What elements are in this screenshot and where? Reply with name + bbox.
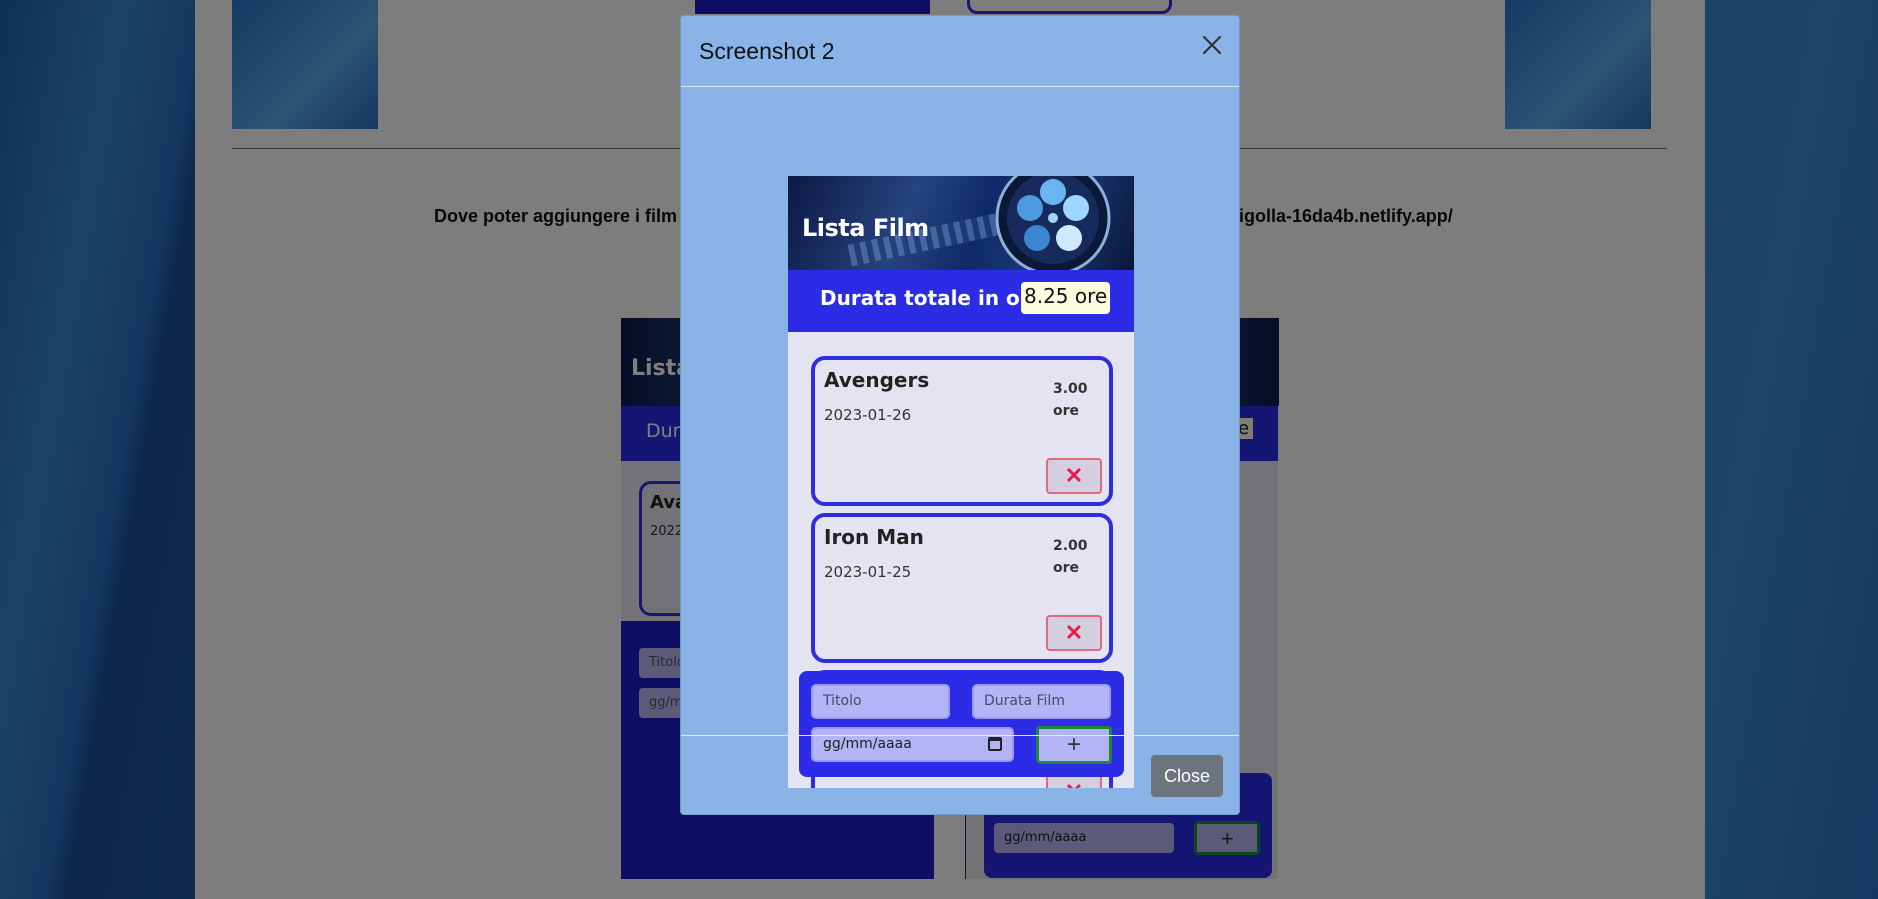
delete-film-button[interactable]: ✕	[1046, 458, 1102, 494]
total-duration-label: Durata totale in ore:	[820, 286, 1052, 310]
film-card: Avengers 2023-01-26 3.00 ore ✕	[811, 356, 1113, 506]
screenshot-modal: Screenshot 2 Lista Film Durata totale in…	[680, 15, 1240, 815]
app-logo-text: Lista Film	[802, 214, 929, 242]
film-reel-icon	[995, 176, 1111, 270]
film-date: 2023-01-26	[824, 406, 912, 424]
film-date: 2023-01-25	[824, 563, 912, 581]
app-header-banner: Lista Film	[788, 176, 1134, 270]
title-input[interactable]: Titolo	[811, 684, 950, 719]
app-screenshot: Lista Film Durata totale in ore: 8.25 or…	[788, 176, 1134, 788]
film-duration-unit: ore	[1053, 403, 1080, 419]
film-duration-value: 3.00	[1053, 381, 1088, 397]
modal-header: Screenshot 2	[681, 16, 1239, 87]
modal-body: Lista Film Durata totale in ore: 8.25 or…	[681, 87, 1239, 788]
film-duration-value: 2.00	[1053, 538, 1088, 554]
film-title: Iron Man	[824, 525, 924, 549]
modal-footer: Close	[681, 735, 1239, 816]
close-icon: ✕	[1064, 620, 1084, 645]
film-title: Avengers	[824, 368, 930, 392]
total-duration-value: 8.25 ore	[1021, 282, 1111, 314]
modal-title: Screenshot 2	[699, 38, 835, 64]
film-duration: 3.00 ore	[1053, 378, 1088, 422]
delete-film-button[interactable]: ✕	[1046, 615, 1102, 651]
total-duration-bar: Durata totale in ore: 8.25 ore	[788, 270, 1134, 332]
film-card: Iron Man 2023-01-25 2.00 ore ✕	[811, 513, 1113, 663]
close-icon[interactable]	[1197, 30, 1227, 60]
duration-input[interactable]: Durata Film	[972, 684, 1111, 719]
close-icon: ✕	[1064, 463, 1084, 488]
film-duration-unit: ore	[1053, 560, 1080, 576]
film-duration: 2.00 ore	[1053, 535, 1088, 579]
close-button[interactable]: Close	[1151, 755, 1223, 797]
